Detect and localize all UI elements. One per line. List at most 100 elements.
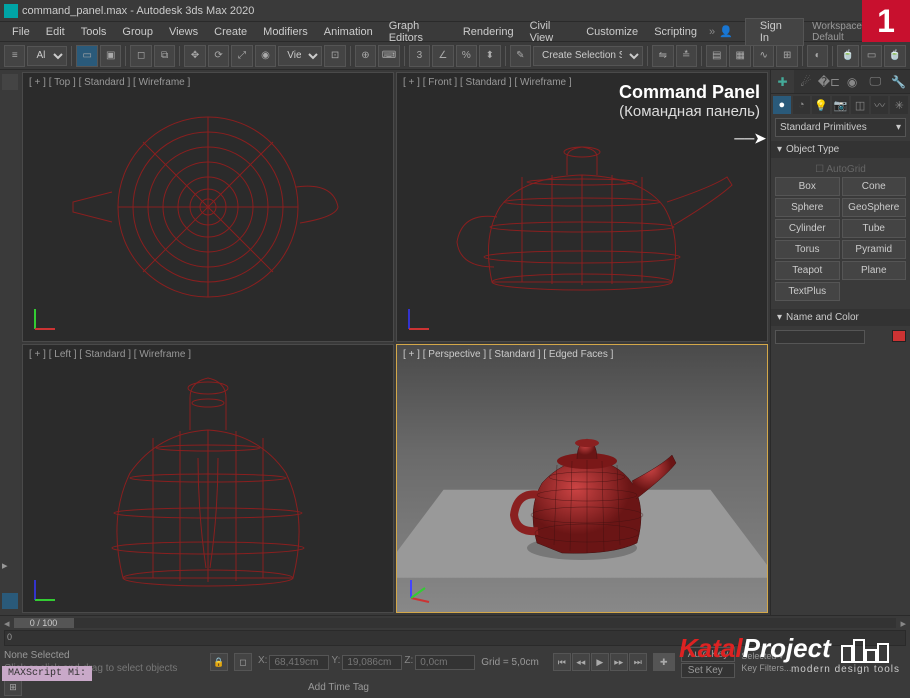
primitive-geosphere-button[interactable]: GeoSphere (842, 198, 907, 217)
z-coord-input[interactable]: 0,0cm (415, 655, 475, 670)
menu-rendering[interactable]: Rendering (455, 24, 522, 40)
spinner-snap-icon[interactable]: ⬍ (479, 45, 500, 67)
material-editor-icon[interactable]: ◐ (807, 45, 828, 67)
x-coord-input[interactable]: 68,419cm (269, 655, 329, 670)
selected-dropdown[interactable]: Selected ▾ (741, 651, 791, 662)
time-prev-icon[interactable]: ◂ (4, 617, 10, 630)
maxscript-listener[interactable]: MAXScript Mi: (2, 666, 92, 681)
time-next-icon[interactable]: ▸ (900, 617, 906, 630)
menu-views[interactable]: Views (161, 24, 206, 40)
selection-set-dropdown[interactable]: Create Selection Se (533, 46, 643, 66)
prev-frame-icon[interactable]: ◂◂ (572, 653, 590, 671)
menu-group[interactable]: Group (114, 24, 161, 40)
rotate-icon[interactable]: ⟳ (208, 45, 229, 67)
primitive-torus-button[interactable]: Torus (775, 240, 840, 259)
render-frame-icon[interactable]: ▭ (861, 45, 882, 67)
helpers-subtab-icon[interactable]: ◫ (851, 96, 869, 114)
primitive-plane-button[interactable]: Plane (842, 261, 907, 280)
y-coord-input[interactable]: 19,086cm (342, 655, 402, 670)
select-name-icon[interactable]: ▣ (100, 45, 121, 67)
manipulate-icon[interactable]: ⊕ (355, 45, 376, 67)
set-key-plus-icon[interactable]: ✚ (653, 653, 675, 671)
menu-tools[interactable]: Tools (73, 24, 115, 40)
menu-civil-view[interactable]: Civil View (522, 18, 579, 46)
render-setup-icon[interactable]: 🍵 (837, 45, 858, 67)
viewport-top[interactable]: [ + ] [ Top ] [ Standard ] [ Wireframe ] (22, 72, 394, 342)
object-type-header[interactable]: ▾ Object Type (771, 141, 910, 158)
shapes-subtab-icon[interactable]: ◔ (793, 96, 811, 114)
lights-subtab-icon[interactable]: 💡 (812, 96, 830, 114)
menu-scripting[interactable]: Scripting (646, 24, 705, 40)
render-icon[interactable]: 🍵 (884, 45, 905, 67)
set-key-button[interactable]: Set Key (681, 663, 736, 678)
primitive-pyramid-button[interactable]: Pyramid (842, 240, 907, 259)
scene-explorer-icon[interactable] (2, 74, 18, 90)
rect-select-icon[interactable]: ◻ (130, 45, 151, 67)
scale-icon[interactable]: ⤢ (231, 45, 252, 67)
keyboard-shortcut-icon[interactable]: ⌨ (378, 45, 399, 67)
name-color-header[interactable]: ▾ Name and Color (771, 309, 910, 326)
menu-create[interactable]: Create (206, 24, 255, 40)
select-object-icon[interactable]: ▭ (76, 45, 97, 67)
use-pivot-icon[interactable]: ⊡ (324, 45, 345, 67)
goto-end-icon[interactable]: ⏭ (629, 653, 647, 671)
menu-modifiers[interactable]: Modifiers (255, 24, 316, 40)
primitive-tube-button[interactable]: Tube (842, 219, 907, 238)
viewport-layout-icon[interactable] (2, 593, 18, 609)
utilities-tab-icon[interactable]: 🔧 (887, 70, 910, 93)
mirror-icon[interactable]: ⇋ (652, 45, 673, 67)
signin-button[interactable]: Sign In (745, 18, 804, 46)
create-tab-icon[interactable]: ✚ (771, 70, 794, 93)
isolate-icon[interactable]: ◻ (234, 653, 252, 671)
hierarchy-tab-icon[interactable]: �⊏ (817, 70, 840, 93)
layer-explorer-icon[interactable]: ▤ (706, 45, 727, 67)
move-icon[interactable]: ✥ (184, 45, 205, 67)
menu-edit[interactable]: Edit (38, 24, 73, 40)
filter-dropdown[interactable]: All (27, 46, 67, 66)
geometry-subtab-icon[interactable]: ● (773, 96, 791, 114)
autogrid-checkbox[interactable]: ☐ AutoGrid (775, 162, 906, 177)
cameras-subtab-icon[interactable]: 📷 (832, 96, 850, 114)
placement-icon[interactable]: ◉ (255, 45, 276, 67)
systems-subtab-icon[interactable]: ✳ (890, 96, 908, 114)
layers-icon[interactable]: ≡ (4, 45, 25, 67)
next-frame-icon[interactable]: ▸▸ (610, 653, 628, 671)
primitive-sphere-button[interactable]: Sphere (775, 198, 840, 217)
toggle-ribbon-icon[interactable]: ▦ (729, 45, 750, 67)
time-ruler[interactable] (4, 630, 906, 646)
add-time-tag-button[interactable]: Add Time Tag (308, 682, 369, 693)
auto-key-button[interactable]: Auto Key (681, 647, 736, 662)
menu-customize[interactable]: Customize (578, 24, 646, 40)
align-icon[interactable]: ≛ (676, 45, 697, 67)
object-color-swatch[interactable] (892, 330, 906, 342)
percent-snap-icon[interactable]: % (456, 45, 477, 67)
time-slider[interactable]: 0 / 100 (14, 618, 897, 628)
viewport-front[interactable]: [ + ] [ Front ] [ Standard ] [ Wireframe… (396, 72, 768, 342)
menu-animation[interactable]: Animation (316, 24, 381, 40)
primitive-textplus-button[interactable]: TextPlus (775, 282, 840, 301)
primitive-cone-button[interactable]: Cone (842, 177, 907, 196)
modify-tab-icon[interactable]: ☄ (794, 70, 817, 93)
time-handle[interactable]: 0 / 100 (14, 618, 74, 628)
primitive-box-button[interactable]: Box (775, 177, 840, 196)
curve-editor-icon[interactable]: ∿ (753, 45, 774, 67)
edit-selection-icon[interactable]: ✎ (510, 45, 531, 67)
play-icon[interactable]: ▶ (591, 653, 609, 671)
key-filters-button[interactable]: Key Filters... (741, 663, 791, 673)
motion-tab-icon[interactable]: ◉ (841, 70, 864, 93)
menu-graph-editors[interactable]: Graph Editors (381, 18, 455, 46)
viewport-left[interactable]: [ + ] [ Left ] [ Standard ] [ Wireframe … (22, 344, 394, 614)
goto-start-icon[interactable]: ⏮ (553, 653, 571, 671)
lock-selection-icon[interactable]: 🔒 (210, 653, 228, 671)
angle-snap-icon[interactable]: ∠ (432, 45, 453, 67)
viewport-perspective[interactable]: [ + ] [ Perspective ] [ Standard ] [ Edg… (396, 344, 768, 614)
spacewarps-subtab-icon[interactable]: 〰 (871, 96, 889, 114)
primitive-category-dropdown[interactable]: Standard Primitives ▾ (775, 118, 906, 137)
schematic-view-icon[interactable]: ⊞ (776, 45, 797, 67)
object-name-input[interactable] (775, 330, 865, 344)
primitive-teapot-button[interactable]: Teapot (775, 261, 840, 280)
snap-3-icon[interactable]: 3 (409, 45, 430, 67)
expand-icon[interactable]: ▸ (2, 559, 18, 575)
primitive-cylinder-button[interactable]: Cylinder (775, 219, 840, 238)
display-tab-icon[interactable]: 🖵 (864, 70, 887, 93)
